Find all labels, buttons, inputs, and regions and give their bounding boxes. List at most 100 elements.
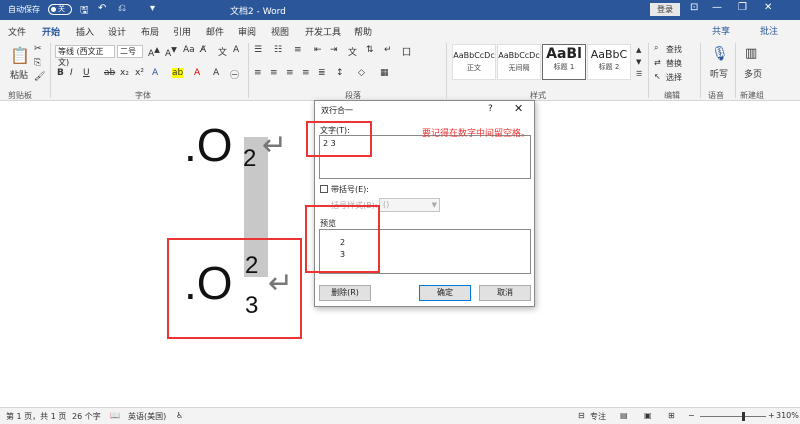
phonetic-icon[interactable]: 文: [218, 45, 227, 58]
chinese-layout-icon[interactable]: 文: [348, 45, 357, 58]
paste-icon[interactable]: 📋: [10, 46, 30, 65]
asian-layout-icon[interactable]: 囗: [402, 45, 411, 58]
shading-icon[interactable]: ◇: [358, 68, 365, 78]
dictate-button[interactable]: 听写: [710, 67, 728, 80]
strikethrough-icon[interactable]: ab: [104, 68, 115, 78]
print-layout-icon[interactable]: ▣: [644, 411, 652, 420]
numbering-icon[interactable]: ☷: [274, 45, 282, 55]
page-count[interactable]: 第 1 页，共 1 页: [6, 411, 66, 422]
bracket-style-select[interactable]: () ▼: [379, 198, 440, 212]
read-mode-icon[interactable]: ▤: [620, 411, 628, 420]
select-button[interactable]: 选择: [666, 72, 682, 83]
accessibility-icon[interactable]: ♿: [176, 411, 183, 420]
tab-file[interactable]: 文件: [8, 25, 26, 38]
tab-review[interactable]: 审阅: [238, 25, 256, 38]
close-icon[interactable]: ✕: [764, 2, 772, 13]
format-painter-icon[interactable]: 🖌: [34, 72, 45, 82]
share-button[interactable]: 共享: [712, 24, 730, 37]
zoom-out-icon[interactable]: −: [688, 411, 695, 420]
autosave-toggle[interactable]: 关: [48, 4, 72, 15]
show-marks-icon[interactable]: ↵: [384, 45, 392, 55]
minimize-icon[interactable]: —: [712, 2, 722, 13]
superscript-icon[interactable]: x²: [135, 68, 144, 78]
style-normal[interactable]: AaBbCcDc 正文: [452, 44, 496, 80]
shrink-font-icon[interactable]: A▼: [165, 45, 177, 59]
style-no-spacing[interactable]: AaBbCcDc 无间隔: [497, 44, 541, 80]
cut-icon[interactable]: ✂: [34, 44, 42, 54]
tab-help[interactable]: 帮助: [354, 25, 372, 38]
tab-references[interactable]: 引用: [173, 25, 191, 38]
underline-icon[interactable]: U: [83, 68, 90, 78]
increase-indent-icon[interactable]: ⇥: [330, 45, 338, 55]
copy-icon[interactable]: ⎘: [34, 58, 41, 68]
align-left-icon[interactable]: ≡: [254, 68, 262, 78]
change-case-icon[interactable]: Aa: [183, 45, 195, 55]
ok-button[interactable]: 确定: [419, 285, 471, 301]
subscript-icon[interactable]: x₂: [120, 68, 129, 78]
bracket-checkbox[interactable]: [320, 185, 328, 193]
tab-layout[interactable]: 布局: [141, 25, 159, 38]
language[interactable]: 英语(美国): [128, 411, 166, 422]
focus-icon[interactable]: ⊟: [578, 411, 585, 420]
style-heading-1[interactable]: AaBl 标题 1: [542, 44, 586, 80]
word-count[interactable]: 26 个字: [72, 411, 101, 422]
font-size-combo[interactable]: 二号: [117, 45, 143, 58]
bullets-icon[interactable]: ☰: [254, 45, 262, 55]
replace-button[interactable]: 替换: [666, 58, 682, 69]
decrease-indent-icon[interactable]: ⇤: [314, 45, 322, 55]
clear-format-icon[interactable]: A̸: [200, 45, 206, 55]
distributed-icon[interactable]: ≣: [318, 68, 326, 78]
customize-toolbar-icon[interactable]: ▾: [150, 3, 155, 14]
zoom-in-icon[interactable]: +: [768, 411, 775, 420]
borders-icon[interactable]: ▦: [380, 68, 389, 78]
highlight-icon[interactable]: ab: [172, 68, 184, 78]
zoom-slider-thumb[interactable]: [742, 412, 745, 421]
proofing-icon[interactable]: 📖: [110, 411, 120, 420]
tab-home[interactable]: 开始: [42, 25, 61, 42]
char-shading-icon[interactable]: A: [213, 68, 219, 78]
web-layout-icon[interactable]: ⊞: [668, 411, 675, 420]
focus-mode[interactable]: 专注: [590, 411, 606, 422]
styles-more-icon[interactable]: ☰: [636, 70, 642, 78]
delete-button[interactable]: 删除(R): [319, 285, 371, 301]
paste-button[interactable]: 粘贴: [10, 68, 28, 81]
redo-icon[interactable]: ⎌: [118, 3, 126, 14]
close-icon[interactable]: ✕: [514, 102, 523, 115]
line-spacing-icon[interactable]: ↕: [336, 68, 344, 78]
select-icon[interactable]: ↖: [654, 72, 661, 81]
font-name-combo[interactable]: 等线 (西文正文): [55, 45, 115, 67]
bold-icon[interactable]: B: [57, 68, 64, 78]
tab-insert[interactable]: 插入: [76, 25, 94, 38]
text-effects-icon[interactable]: A: [152, 68, 158, 78]
multipage-icon[interactable]: ▥: [745, 46, 757, 61]
replace-icon[interactable]: ⇄: [654, 58, 661, 67]
tab-developer[interactable]: 开发工具: [305, 25, 341, 38]
comments-button[interactable]: 批注: [760, 24, 778, 37]
multilevel-list-icon[interactable]: ≡: [294, 45, 302, 55]
save-icon[interactable]: 🖫: [80, 3, 89, 20]
zoom-slider[interactable]: [700, 412, 766, 421]
undo-icon[interactable]: ↶: [98, 3, 106, 14]
ribbon-display-icon[interactable]: ⊡: [690, 2, 698, 13]
multipage-button[interactable]: 多页: [744, 67, 762, 80]
find-icon[interactable]: ⌕: [654, 43, 658, 53]
styles-scroll-up-icon[interactable]: ▲: [636, 46, 641, 54]
align-center-icon[interactable]: ≡: [270, 68, 278, 78]
align-right-icon[interactable]: ≡: [286, 68, 294, 78]
cancel-button[interactable]: 取消: [479, 285, 531, 301]
enclose-char-icon[interactable]: ㊀: [230, 68, 239, 81]
microphone-icon[interactable]: 🎙: [711, 46, 729, 62]
zoom-level[interactable]: 310%: [776, 411, 799, 420]
find-button[interactable]: 查找: [666, 44, 682, 55]
restore-icon[interactable]: ❐: [738, 2, 747, 13]
font-color-icon[interactable]: A: [194, 68, 200, 78]
tab-mailings[interactable]: 邮件: [206, 25, 224, 38]
help-button[interactable]: ?: [488, 104, 493, 114]
style-heading-2[interactable]: AaBbC 标题 2: [587, 44, 631, 80]
login-button[interactable]: 登录: [650, 3, 680, 16]
char-border-icon[interactable]: A: [233, 45, 239, 55]
justify-icon[interactable]: ≡: [302, 68, 310, 78]
tab-design[interactable]: 设计: [108, 25, 126, 38]
styles-scroll-down-icon[interactable]: ▼: [636, 58, 641, 66]
tab-view[interactable]: 视图: [271, 25, 289, 38]
